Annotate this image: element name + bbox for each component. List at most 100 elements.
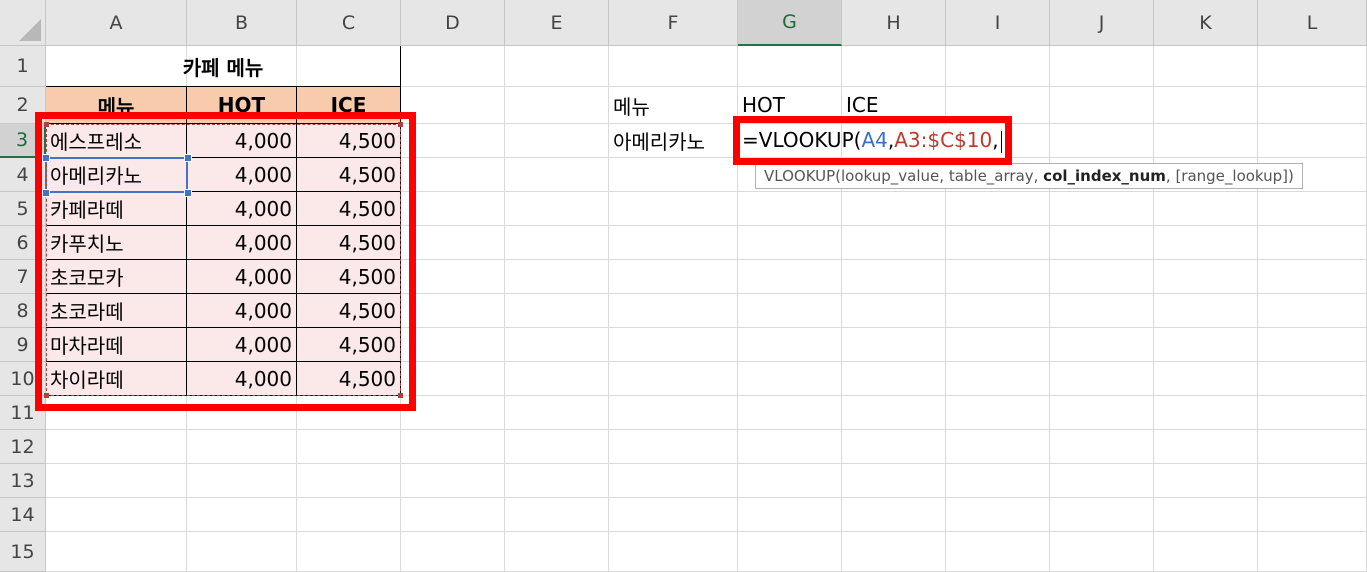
cell[interactable]	[609, 226, 738, 260]
row-header-15[interactable]: 15	[0, 532, 46, 572]
row-header-4[interactable]: 4	[0, 158, 46, 192]
select-all-corner[interactable]	[0, 0, 46, 46]
cell[interactable]	[609, 158, 738, 192]
cell[interactable]	[842, 362, 946, 396]
cell[interactable]	[505, 464, 609, 498]
cell[interactable]	[842, 328, 946, 362]
cell[interactable]	[505, 260, 609, 294]
cell[interactable]	[946, 192, 1050, 226]
cell[interactable]	[187, 532, 297, 572]
cell[interactable]	[1050, 294, 1154, 328]
cell[interactable]	[401, 532, 505, 572]
lookup-header-ice[interactable]: ICE	[842, 87, 946, 124]
cell[interactable]	[505, 158, 609, 192]
cell[interactable]	[842, 532, 946, 572]
reference-handle[interactable]	[184, 154, 192, 162]
cell[interactable]	[401, 498, 505, 532]
column-header-d[interactable]: D	[401, 0, 505, 46]
cell[interactable]	[738, 464, 842, 498]
cell[interactable]	[609, 46, 738, 87]
cell[interactable]	[738, 532, 842, 572]
menu-table-header-hot[interactable]: HOT	[187, 87, 297, 124]
cell[interactable]	[1258, 87, 1367, 124]
cell[interactable]	[946, 87, 1050, 124]
cell[interactable]	[946, 294, 1050, 328]
menu-table-header-ice[interactable]: ICE	[297, 87, 401, 124]
cell[interactable]	[946, 226, 1050, 260]
range-handle[interactable]	[44, 122, 49, 127]
cell[interactable]	[1258, 260, 1367, 294]
cell[interactable]	[1050, 498, 1154, 532]
cell[interactable]	[946, 498, 1050, 532]
cell[interactable]	[946, 396, 1050, 430]
column-header-f[interactable]: F	[609, 0, 738, 46]
cell[interactable]	[401, 294, 505, 328]
cell[interactable]	[609, 362, 738, 396]
lookup-menu-value[interactable]: 아메리카노	[609, 124, 738, 158]
menu-table-title[interactable]: 카페 메뉴	[46, 46, 401, 87]
cell[interactable]	[1050, 192, 1154, 226]
cell[interactable]	[505, 46, 609, 87]
cell[interactable]	[609, 294, 738, 328]
cell[interactable]	[609, 498, 738, 532]
cell[interactable]	[1050, 430, 1154, 464]
cell[interactable]	[946, 46, 1050, 87]
range-handle[interactable]	[398, 122, 403, 127]
cell[interactable]	[401, 464, 505, 498]
cell[interactable]	[1050, 87, 1154, 124]
cell[interactable]	[1154, 430, 1258, 464]
cell[interactable]	[401, 226, 505, 260]
cell[interactable]	[946, 260, 1050, 294]
cell[interactable]	[1154, 532, 1258, 572]
column-header-k[interactable]: K	[1154, 0, 1258, 46]
cell[interactable]	[609, 532, 738, 572]
row-header-7[interactable]: 7	[0, 260, 46, 294]
spreadsheet-grid[interactable]: A B C D E F G H I J K L 1 2 3 4 5 6 7 8 9 10 11 12 13 14 15 카페 메뉴 메뉴…	[0, 0, 1367, 572]
column-header-e[interactable]: E	[505, 0, 609, 46]
cell[interactable]	[46, 498, 187, 532]
cell[interactable]	[297, 396, 401, 430]
cell[interactable]	[1154, 328, 1258, 362]
cell[interactable]	[738, 430, 842, 464]
column-header-j[interactable]: J	[1050, 0, 1154, 46]
cell[interactable]	[1050, 532, 1154, 572]
cell[interactable]	[1154, 464, 1258, 498]
cell[interactable]	[297, 532, 401, 572]
cell[interactable]	[1050, 464, 1154, 498]
reference-handle[interactable]	[42, 154, 50, 162]
cell[interactable]	[609, 192, 738, 226]
row-header-12[interactable]: 12	[0, 430, 46, 464]
cell[interactable]	[738, 192, 842, 226]
cell[interactable]	[1050, 46, 1154, 87]
cell[interactable]	[401, 328, 505, 362]
cell[interactable]	[401, 192, 505, 226]
cell[interactable]	[505, 87, 609, 124]
cell[interactable]	[297, 430, 401, 464]
cell[interactable]	[505, 532, 609, 572]
row-header-11[interactable]: 11	[0, 396, 46, 430]
range-handle[interactable]	[398, 393, 403, 398]
cell[interactable]	[505, 430, 609, 464]
row-header-8[interactable]: 8	[0, 294, 46, 328]
cell[interactable]	[505, 498, 609, 532]
cell[interactable]	[46, 464, 187, 498]
cell[interactable]	[187, 430, 297, 464]
reference-handle[interactable]	[184, 189, 192, 197]
reference-handle[interactable]	[42, 189, 50, 197]
cell[interactable]	[946, 464, 1050, 498]
cell[interactable]	[1050, 328, 1154, 362]
cell[interactable]	[297, 498, 401, 532]
cell[interactable]	[401, 124, 505, 158]
cell[interactable]	[738, 328, 842, 362]
cell[interactable]	[1050, 362, 1154, 396]
row-header-13[interactable]: 13	[0, 464, 46, 498]
column-header-c[interactable]: C	[297, 0, 401, 46]
row-header-10[interactable]: 10	[0, 362, 46, 396]
cell[interactable]	[1154, 87, 1258, 124]
cell[interactable]	[609, 430, 738, 464]
column-header-h[interactable]: H	[842, 0, 946, 46]
cell[interactable]	[842, 294, 946, 328]
row-header-5[interactable]: 5	[0, 192, 46, 226]
cell[interactable]	[401, 430, 505, 464]
menu-table-header-menu[interactable]: 메뉴	[46, 87, 187, 124]
